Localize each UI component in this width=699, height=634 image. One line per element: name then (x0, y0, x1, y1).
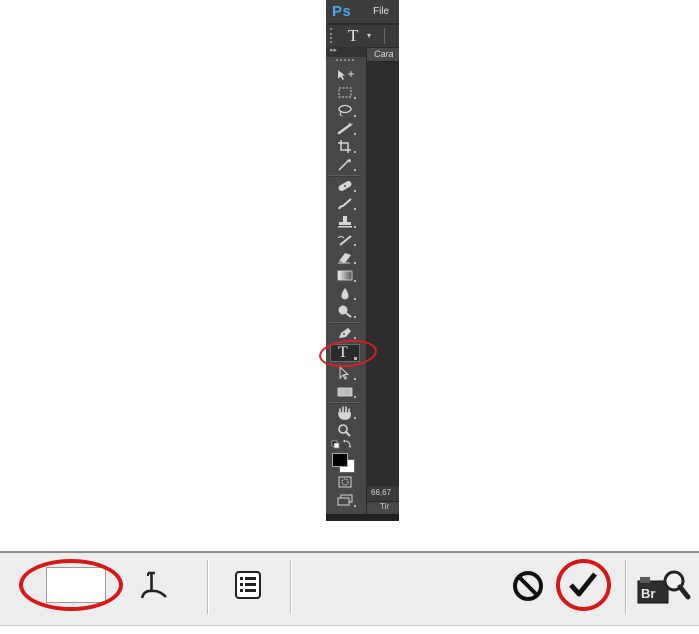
blur-icon[interactable] (330, 286, 360, 301)
document-canvas[interactable] (367, 62, 399, 486)
toolbox-divider (329, 402, 361, 404)
dodge-icon[interactable] (330, 304, 360, 319)
eyedropper-icon[interactable] (330, 157, 360, 172)
options-separator (384, 28, 385, 44)
gradient-icon[interactable] (330, 268, 360, 283)
cancel-icon[interactable] (511, 569, 545, 603)
default-colors-icon[interactable] (331, 440, 340, 449)
toolbar-divider (625, 560, 627, 614)
brush-icon[interactable] (330, 196, 360, 211)
color-controls (330, 439, 360, 449)
rectangle-icon[interactable] (330, 384, 360, 399)
zoom-level[interactable]: 66,67 (371, 488, 391, 497)
lasso-icon[interactable] (330, 103, 360, 118)
history-brush-icon[interactable] (330, 232, 360, 247)
move-icon[interactable] (330, 67, 360, 82)
collapse-icon[interactable]: ▸▸ (330, 46, 337, 54)
crop-icon[interactable] (330, 139, 360, 154)
menu-bar: Ps File (326, 0, 399, 23)
status-bar: 66,67 (367, 486, 399, 501)
commit-highlight-annotation (556, 559, 611, 611)
menu-file[interactable]: File (373, 6, 389, 17)
timeline-tab[interactable]: Tir (367, 502, 399, 514)
pen-icon[interactable] (330, 325, 360, 340)
window-bottom-edge (326, 514, 399, 521)
photoshop-logo: Ps (332, 3, 352, 20)
text-color-highlight-annotation (19, 559, 123, 611)
toolbox-divider (329, 175, 361, 177)
toolbox-grip[interactable] (336, 59, 354, 63)
clone-stamp-icon[interactable] (330, 214, 360, 229)
chevron-down-icon[interactable]: ▾ (367, 31, 371, 40)
quick-selection-icon[interactable] (330, 121, 360, 136)
eraser-icon[interactable] (330, 250, 360, 265)
document-tab-label: Cara (374, 49, 394, 59)
marquee-icon[interactable] (330, 85, 360, 100)
tool-preset-picker[interactable]: T (348, 26, 358, 46)
quick-mask-icon[interactable] (330, 475, 360, 490)
timeline-tab-label: Tir (380, 502, 390, 511)
toolbox-divider (329, 322, 361, 324)
color-swatches[interactable] (330, 450, 358, 473)
zoom-icon[interactable] (330, 423, 360, 438)
document-tab[interactable]: Cara (367, 48, 399, 61)
options-bar: T ▾ (326, 24, 399, 47)
path-selection-icon[interactable] (330, 366, 360, 381)
toolbox: ▸▸ T (326, 46, 367, 521)
screen-mode-icon[interactable] (330, 493, 360, 508)
toolbar-divider (207, 560, 209, 614)
bridge-label: Br (641, 586, 655, 601)
foreground-color-swatch[interactable] (332, 453, 348, 467)
bridge-search-icon[interactable]: Br (636, 567, 692, 605)
text-options-toolbar: Br (0, 551, 699, 626)
hand-icon[interactable] (330, 405, 360, 420)
warp-text-icon[interactable] (139, 569, 171, 601)
toolbox-header[interactable]: ▸▸ (326, 46, 366, 57)
healing-brush-icon[interactable] (330, 178, 360, 193)
toolbar-divider (290, 560, 292, 614)
swap-colors-icon[interactable] (343, 439, 352, 449)
character-paragraph-panel-icon[interactable] (231, 568, 265, 602)
photoshop-window: Ps File T ▾ ▸▸ T Cara 66,67 Tir (326, 0, 399, 521)
options-bar-grip[interactable] (330, 28, 334, 43)
